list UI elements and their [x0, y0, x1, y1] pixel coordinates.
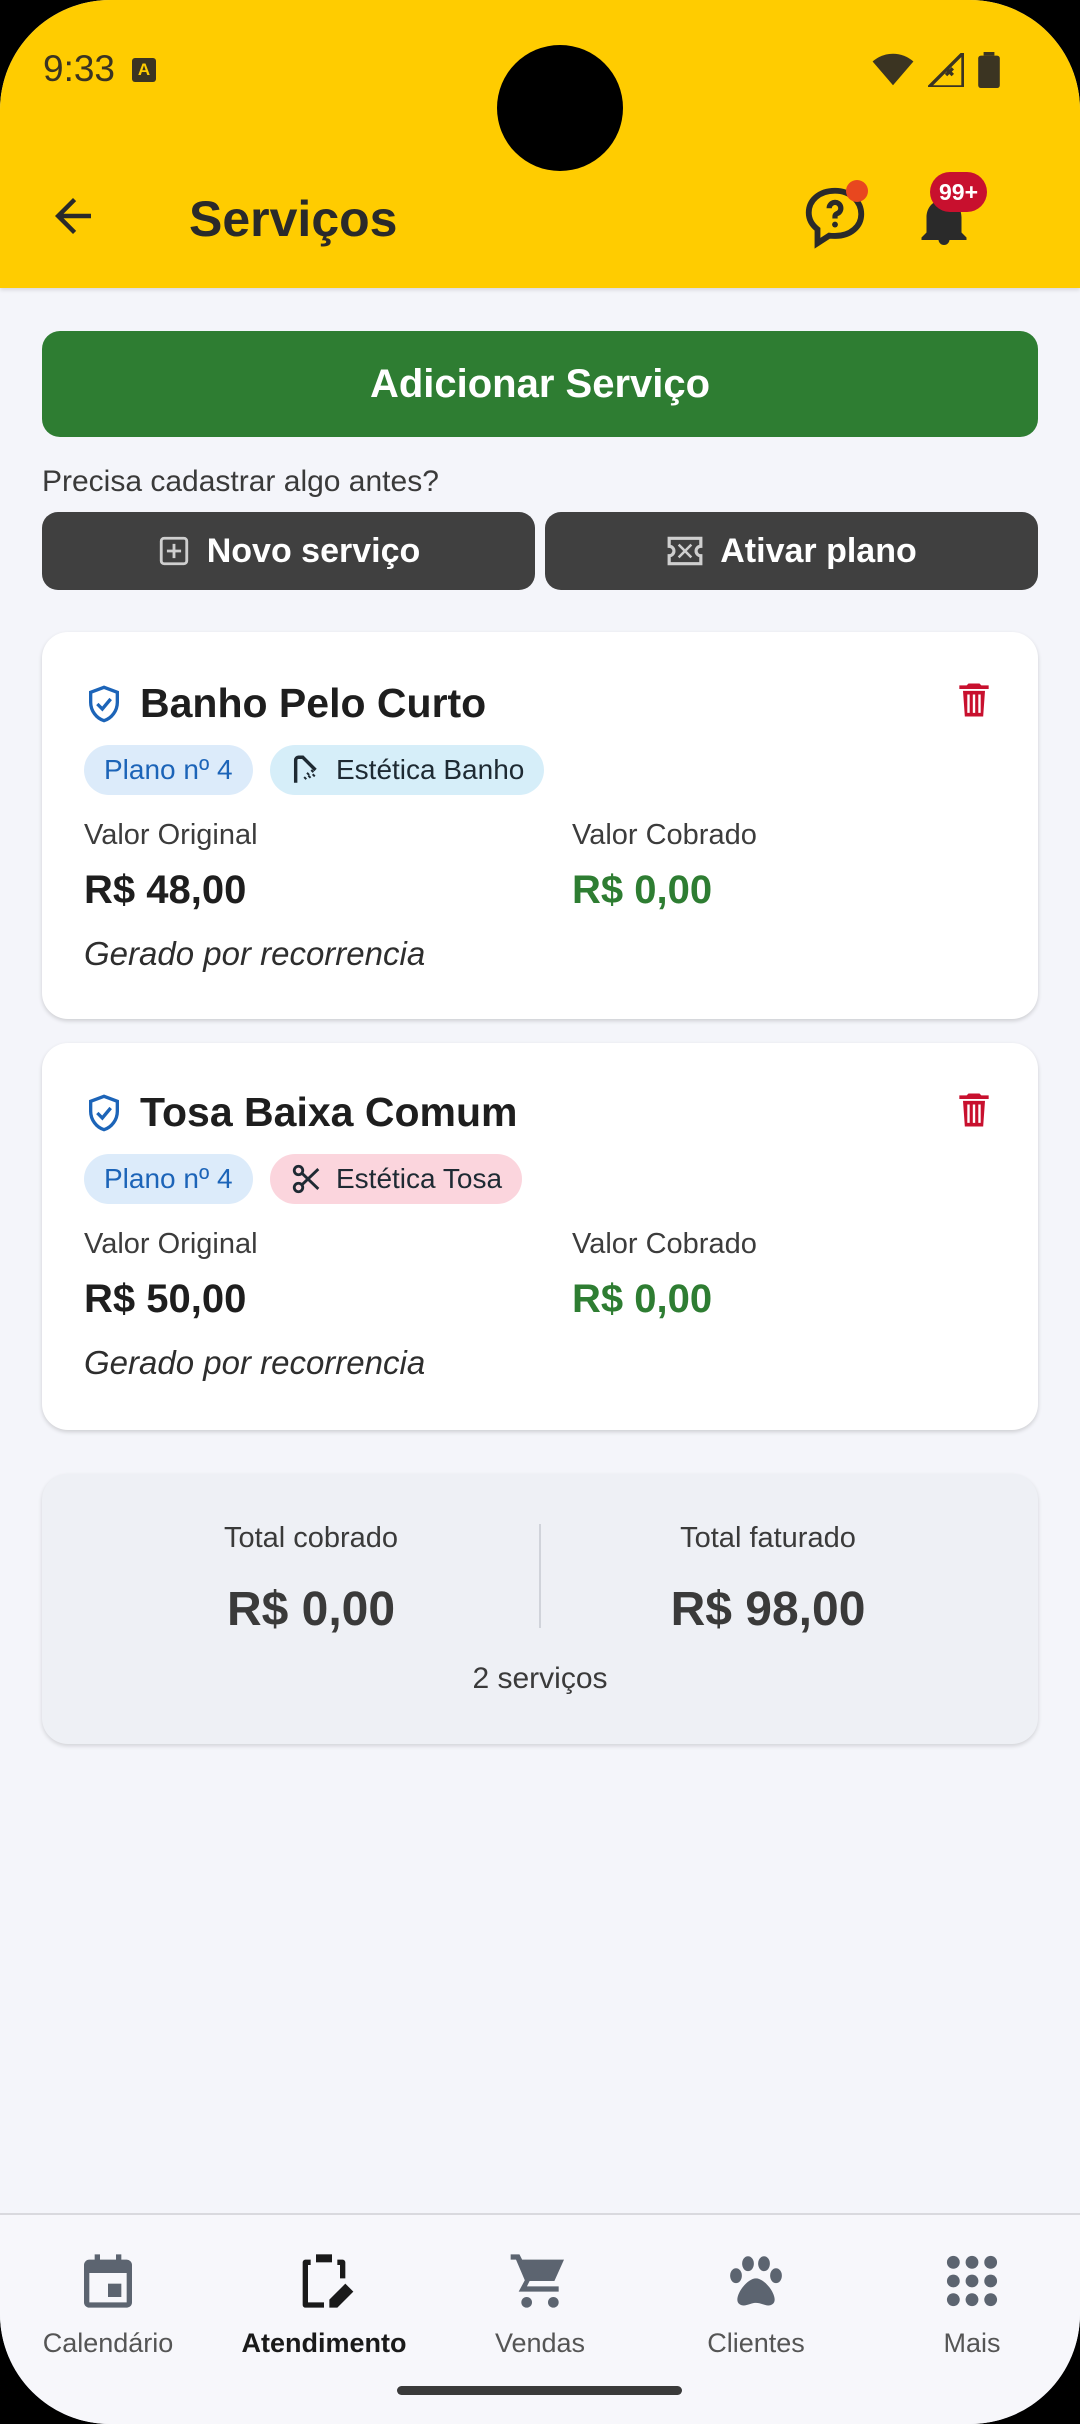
new-service-button[interactable]: Novo serviço: [42, 512, 535, 590]
new-service-label: Novo serviço: [206, 531, 421, 570]
service-card: Tosa Baixa Comum Plano nº 4 Estética Tos…: [42, 1043, 1038, 1430]
plan-chip-label: Plano nº 4: [104, 754, 233, 785]
plan-chip: Plano nº 4: [84, 745, 253, 795]
nav-more-label: Mais: [943, 2328, 1001, 2358]
notification-badge: 99+: [930, 172, 988, 212]
app-bar: 9:33 A Serviços 99+: [0, 0, 1080, 288]
category-chip-label: Estética Tosa: [336, 1163, 503, 1194]
total-charged-value: R$ 0,00: [226, 1583, 396, 1636]
charged-value: R$ 0,00: [572, 1277, 713, 1321]
home-indicator[interactable]: [397, 2386, 682, 2395]
service-card: Banho Pelo Curto Plano nº 4 Estética Ban…: [42, 632, 1038, 1019]
plan-chip: Plano nº 4: [84, 1154, 253, 1204]
category-chip-label: Estética Banho: [336, 754, 525, 785]
category-chip: Estética Banho: [270, 745, 545, 795]
nav-attendance-label: Atendimento: [241, 2328, 407, 2358]
original-value: R$ 50,00: [84, 1277, 247, 1321]
totals-summary: Total cobrado R$ 0,00 Total faturado R$ …: [42, 1474, 1038, 1744]
help-unread-dot: [846, 180, 868, 202]
nav-clients-label: Clientes: [707, 2328, 805, 2358]
activate-plan-label: Ativar plano: [720, 531, 917, 570]
activate-plan-button[interactable]: Ativar plano: [545, 512, 1038, 590]
delete-trash-icon[interactable]: [952, 1088, 996, 1132]
plan-chip-label: Plano nº 4: [104, 1163, 233, 1194]
service-name: Tosa Baixa Comum: [140, 1089, 518, 1135]
wifi-icon: [872, 53, 914, 86]
service-count: 2 serviços: [472, 1662, 608, 1695]
nav-calendar[interactable]: Calendário: [0, 2235, 216, 2359]
grid-dots-icon: [946, 2255, 998, 2307]
ticket-icon: [667, 536, 703, 566]
shower-icon: [293, 755, 317, 783]
delete-trash-icon[interactable]: [952, 678, 996, 722]
total-charged-label: Total cobrado: [223, 1522, 399, 1554]
verified-shield-icon: [89, 1094, 119, 1132]
original-value-label: Valor Original: [84, 1228, 258, 1260]
status-icons: [872, 52, 1000, 88]
status-time: 9:33: [43, 48, 116, 89]
nav-clients[interactable]: Clientes: [648, 2235, 864, 2359]
recurrence-note: Gerado por recorrencia: [84, 1344, 426, 1381]
nav-sales[interactable]: Vendas: [432, 2235, 648, 2359]
nav-attendance[interactable]: Atendimento: [216, 2235, 432, 2359]
camera-cutout: [497, 45, 623, 171]
back-arrow-icon[interactable]: [46, 189, 100, 243]
service-name: Banho Pelo Curto: [140, 680, 487, 726]
category-chip: Estética Tosa: [270, 1154, 523, 1204]
add-service-button[interactable]: Adicionar Serviço: [42, 331, 1038, 437]
clipboard-edit-icon: [302, 2254, 354, 2308]
charged-value-label: Valor Cobrado: [572, 819, 757, 851]
signal-icon: [928, 53, 964, 87]
charged-value-label: Valor Cobrado: [572, 1228, 757, 1260]
totals-divider: [539, 1524, 541, 1628]
screen: 9:33 A Serviços 99+ Adicionar Serviço Pr…: [0, 0, 1080, 2424]
nav-more[interactable]: Mais: [864, 2235, 1080, 2359]
paw-icon: [730, 2256, 782, 2306]
hint-text: Precisa cadastrar algo antes?: [42, 465, 439, 498]
original-value: R$ 48,00: [84, 868, 247, 912]
original-value-label: Valor Original: [84, 819, 258, 851]
nav-sales-label: Vendas: [494, 2328, 586, 2358]
cart-icon: [510, 2254, 564, 2308]
scissors-icon: [292, 1164, 320, 1194]
charged-value: R$ 0,00: [572, 868, 713, 912]
total-billed-value: R$ 98,00: [670, 1583, 866, 1636]
page-title: Serviços: [189, 191, 398, 247]
app-indicator-icon: A: [132, 58, 156, 82]
nav-calendar-label: Calendário: [42, 2328, 174, 2358]
verified-shield-icon: [89, 685, 119, 723]
battery-icon: [978, 52, 1000, 88]
add-box-icon: [159, 536, 188, 566]
recurrence-note: Gerado por recorrencia: [84, 935, 426, 972]
total-billed-label: Total faturado: [680, 1522, 856, 1554]
calendar-icon: [84, 2254, 132, 2308]
